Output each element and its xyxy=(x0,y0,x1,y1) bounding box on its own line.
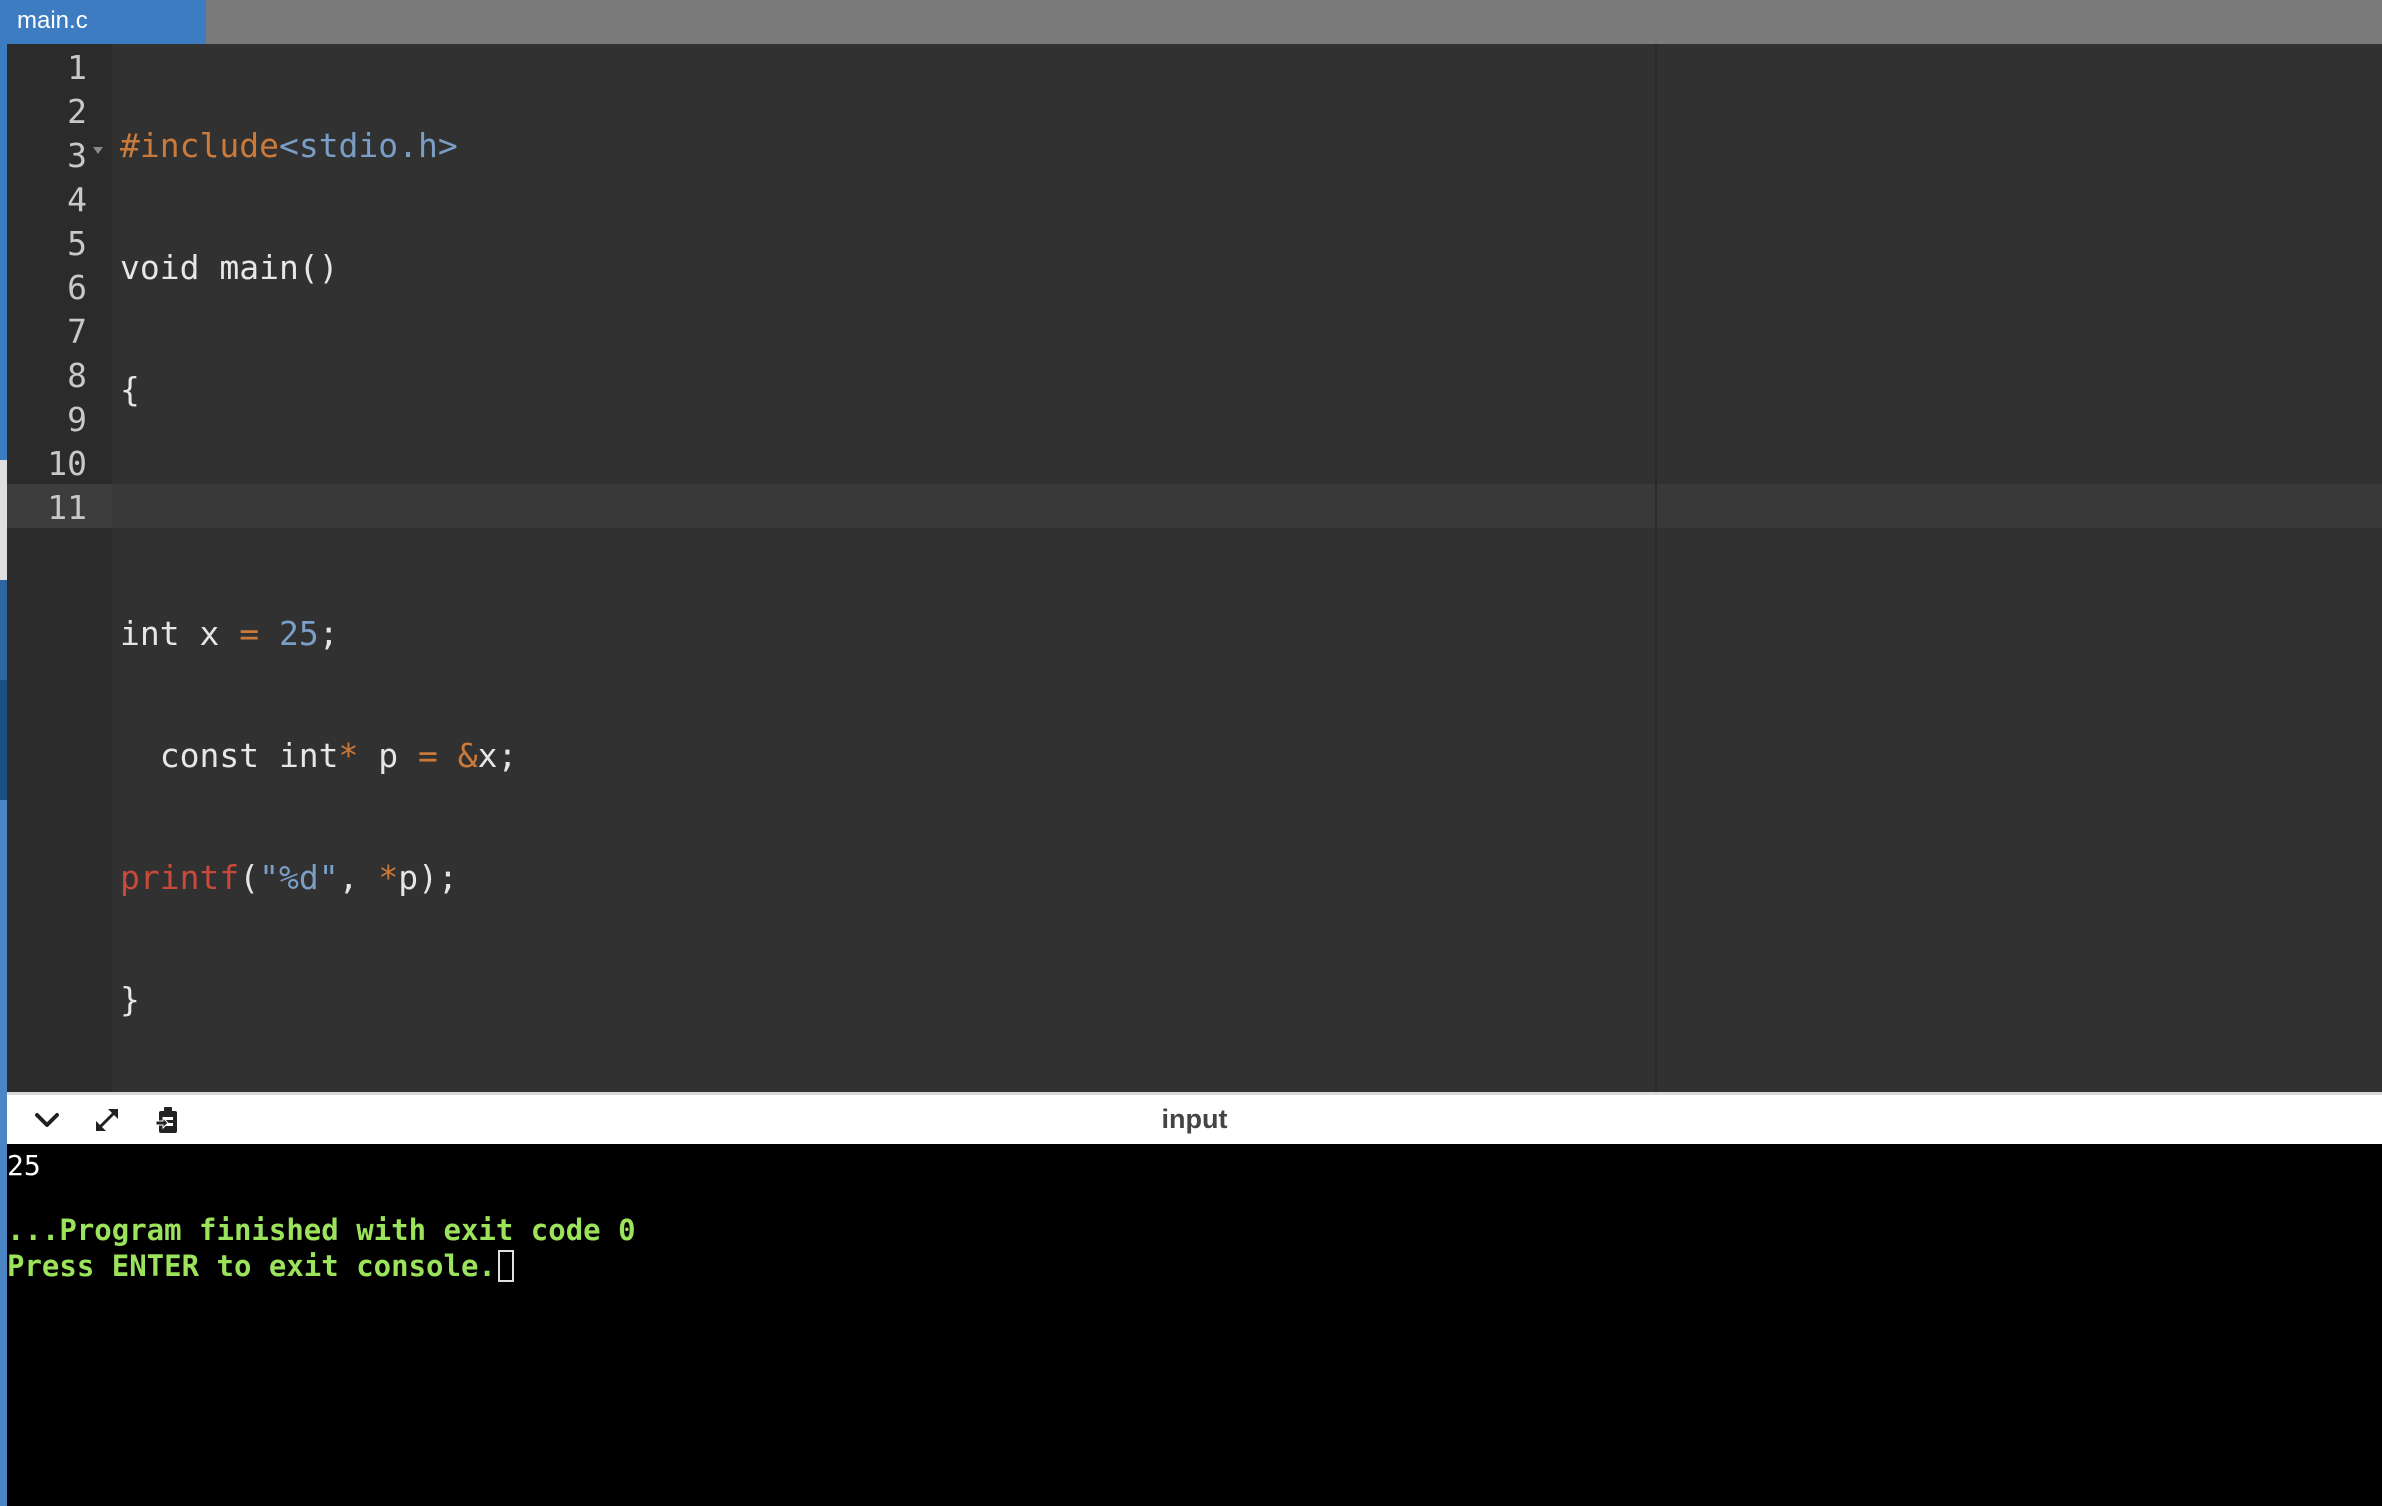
line-number: 9 xyxy=(67,400,87,439)
include-directive: #include xyxy=(120,126,279,165)
code-line-5: int x = 25; xyxy=(120,612,517,656)
line-number: 1 xyxy=(67,48,87,87)
code-editor[interactable]: 1 2 3 4 5 6 7 8 9 10 11 #include<stdio.h… xyxy=(7,44,2382,1092)
include-header: <stdio.h> xyxy=(278,126,458,165)
code-token: p xyxy=(358,736,419,775)
console-cursor xyxy=(497,1250,514,1282)
exit-prompt-line: Press ENTER to exit console. xyxy=(7,1248,636,1284)
code-operator: * xyxy=(338,736,359,775)
console-header: input xyxy=(7,1092,2382,1144)
print-margin xyxy=(1655,44,1657,1092)
chevron-down-icon xyxy=(35,1113,59,1127)
line-number: 4 xyxy=(67,180,87,219)
code-token: int x xyxy=(120,614,240,653)
code-token: p); xyxy=(398,858,458,897)
line-number: 6 xyxy=(67,268,87,307)
line-number: 8 xyxy=(67,356,87,395)
line-numbers: 1 2 3 4 5 6 7 8 9 10 11 xyxy=(7,44,87,530)
console-title: input xyxy=(1161,1104,1228,1134)
code-line-2: void main() xyxy=(120,248,339,287)
line-number: 2 xyxy=(67,92,87,131)
clipboard-icon xyxy=(155,1107,177,1133)
line-number: 10 xyxy=(47,444,87,483)
fold-arrow-icon[interactable] xyxy=(93,147,103,154)
expand-console-button[interactable] xyxy=(89,1102,125,1138)
code-token: ; xyxy=(318,614,339,653)
console-status: ...Program finished with exit code 0 Pres… xyxy=(7,1212,636,1284)
code-content[interactable]: #include<stdio.h> void main() { int x = … xyxy=(120,44,517,1092)
program-output: 25 xyxy=(7,1149,41,1182)
line-number: 11 xyxy=(47,488,87,527)
code-token: , xyxy=(338,858,379,897)
tab-bar: main.c xyxy=(0,0,2382,44)
exit-prompt-message: Press ENTER to exit console. xyxy=(7,1249,496,1283)
code-string: "%d" xyxy=(259,858,339,897)
collapse-console-button[interactable] xyxy=(29,1102,65,1138)
code-operator: & xyxy=(457,736,478,775)
code-token: const int xyxy=(120,736,339,775)
line-number: 5 xyxy=(67,224,87,263)
code-number: 25 xyxy=(278,614,319,653)
code-function: printf xyxy=(120,858,240,897)
copy-output-button[interactable] xyxy=(150,1102,186,1138)
left-edge-strip xyxy=(0,0,7,1506)
code-line-8: } xyxy=(120,980,140,1019)
code-operator: * xyxy=(378,858,399,897)
code-token: x; xyxy=(477,736,518,775)
code-line-7: printf("%d", *p); xyxy=(120,856,517,900)
line-number: 7 xyxy=(67,312,87,351)
expand-icon xyxy=(96,1109,118,1131)
code-line-1: #include<stdio.h> xyxy=(120,124,517,168)
code-line-6: const int* p = &x; xyxy=(120,734,518,778)
code-operator: = xyxy=(418,736,438,775)
tab-main-c[interactable]: main.c xyxy=(0,0,206,44)
exit-code-message: ...Program finished with exit code 0 xyxy=(7,1213,636,1247)
console-output-area[interactable]: 25 ...Program finished with exit code 0P… xyxy=(7,1144,2382,1506)
code-line-3: { xyxy=(120,370,140,409)
code-operator: = xyxy=(239,614,260,653)
code-token: ( xyxy=(239,858,260,897)
line-number: 3 xyxy=(67,136,87,175)
